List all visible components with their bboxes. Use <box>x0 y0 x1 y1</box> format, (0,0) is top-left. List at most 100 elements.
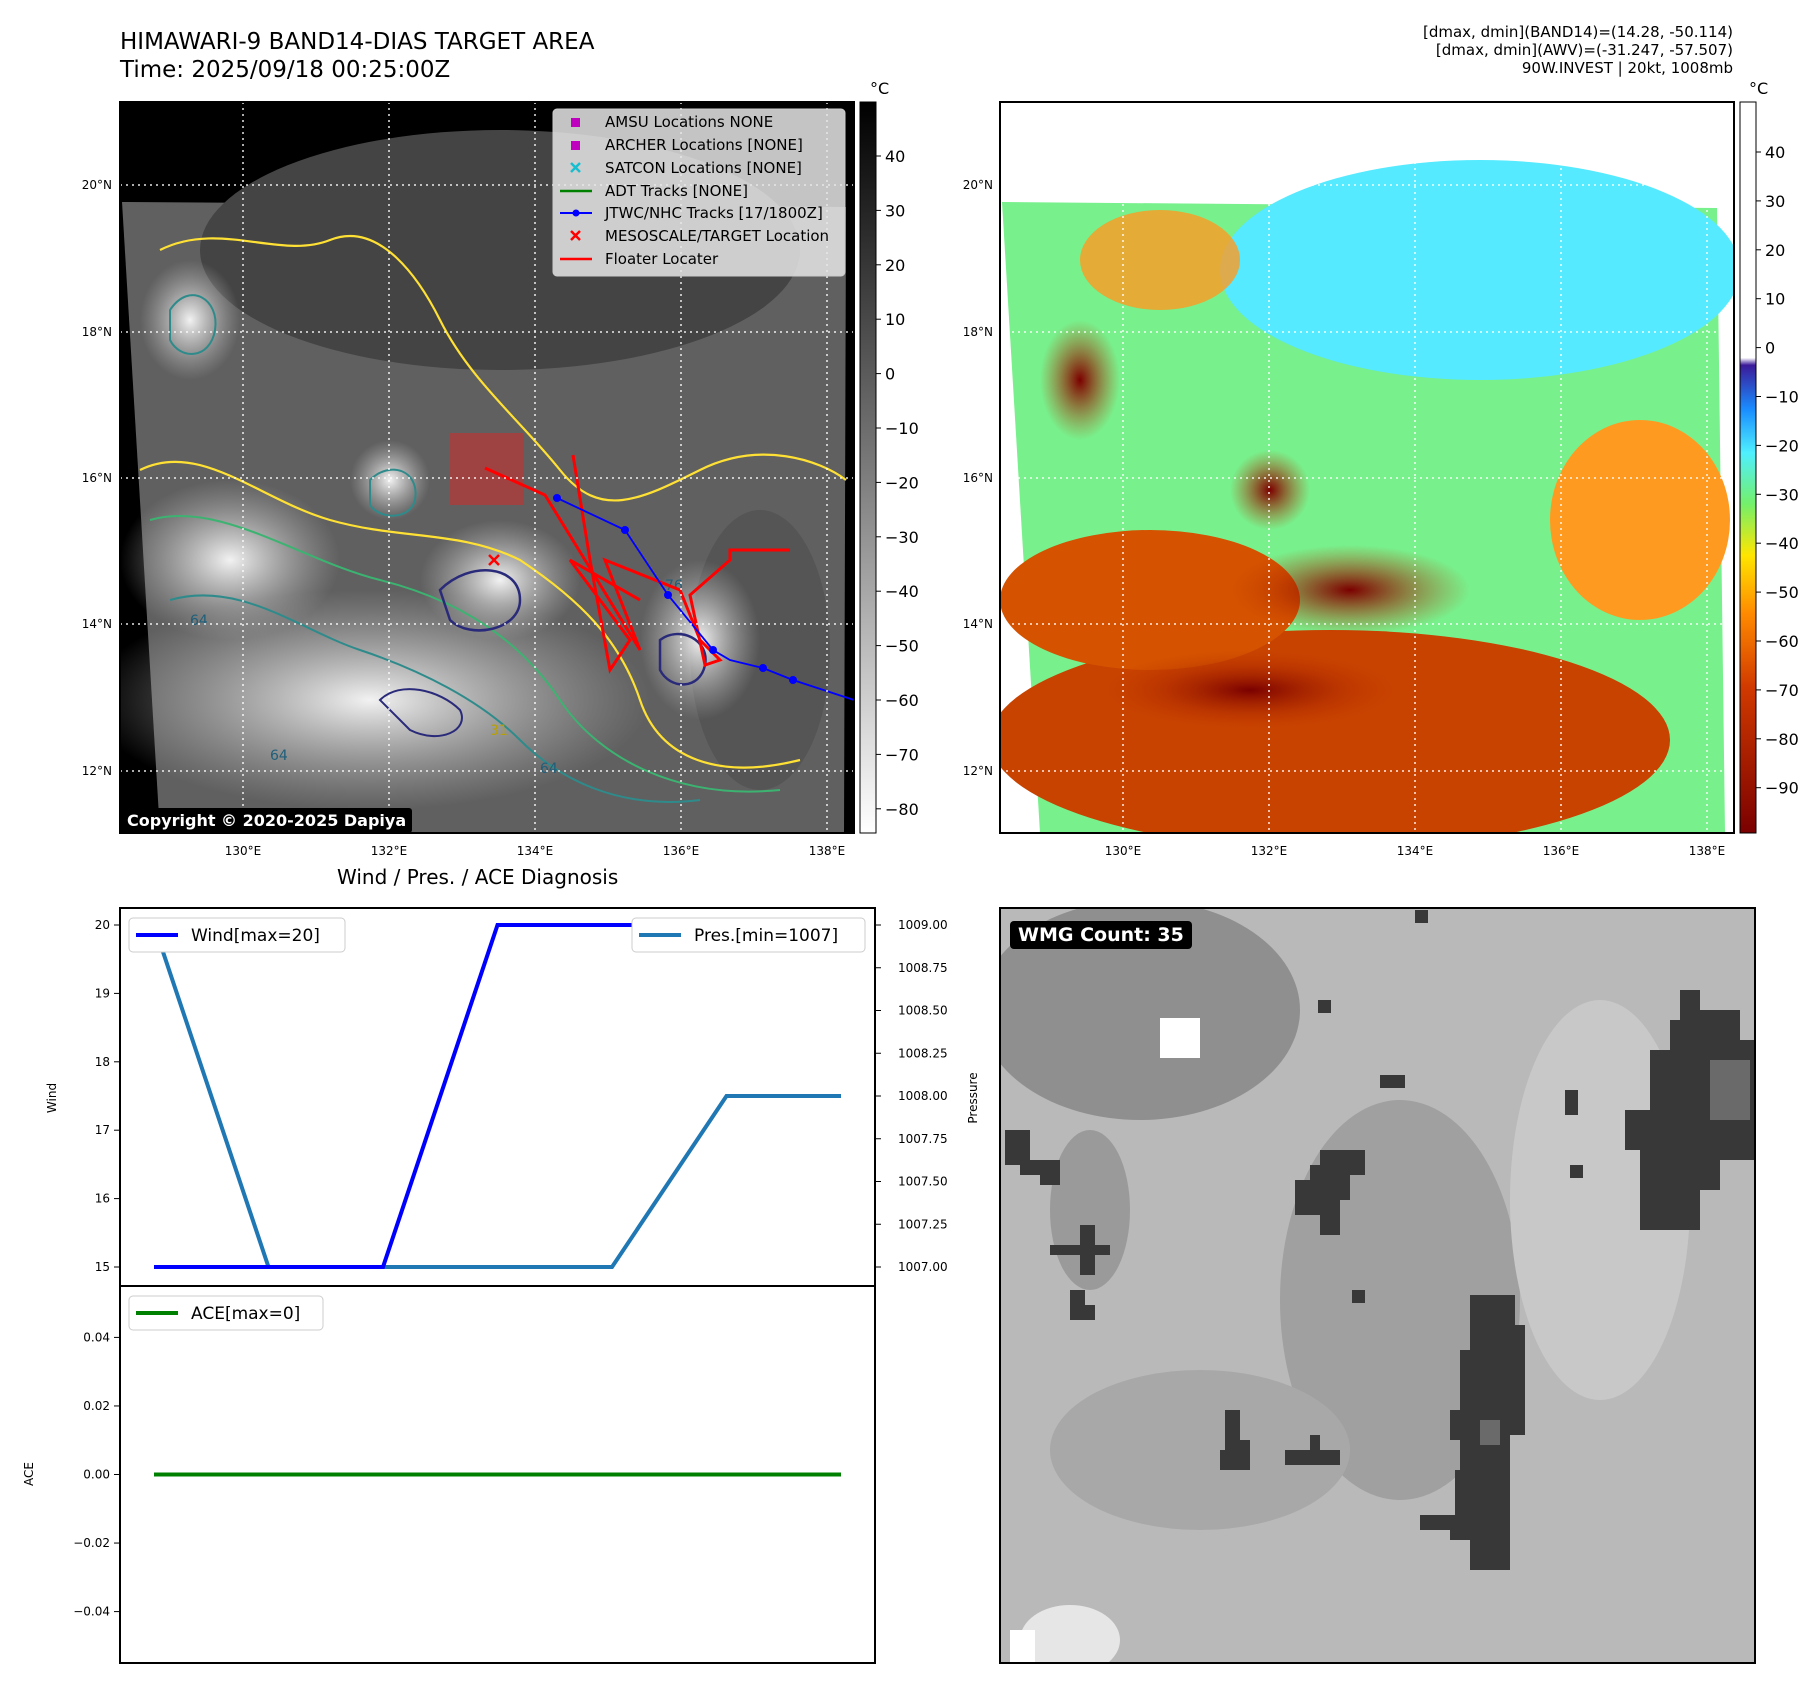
colorbar-tick-label: −40 <box>1765 534 1799 553</box>
diagnosis-panel: 20 19 18 17 16 15 1009.00 1008.75 1008.50 1008.2… <box>22 907 980 1664</box>
lat-tick-label: 18°N <box>82 325 112 339</box>
wind-tick-label: 20 <box>95 918 110 932</box>
pressure-tick-label: 1007.25 <box>898 1217 948 1231</box>
pressure-tick-label: 1008.00 <box>898 1089 948 1103</box>
ir-lon-ticks: 130°E 132°E 134°E 136°E 138°E <box>225 844 846 858</box>
wind-point <box>610 923 614 927</box>
lat-tick-label: 12°N <box>82 764 112 778</box>
lon-tick-label: 136°E <box>1543 844 1580 858</box>
lon-tick-label: 134°E <box>517 844 554 858</box>
wind-point <box>496 923 500 927</box>
colorbar-tick-label: 10 <box>1765 290 1785 309</box>
colorbar-tick-label: 10 <box>885 310 905 329</box>
lat-tick-label: 14°N <box>963 617 993 631</box>
colorbar-tick-label: 0 <box>1765 339 1775 358</box>
colorbar-tick-label: −60 <box>885 691 919 710</box>
ace-point <box>839 1473 843 1477</box>
pressure-tick-label: 1007.75 <box>898 1132 948 1146</box>
pressure-point <box>381 1265 385 1269</box>
ir-lat-ticks: 20°N 18°N 16°N 14°N 12°N <box>82 178 112 778</box>
contour-label: 64 <box>270 748 288 764</box>
colorbar-tick-label: −20 <box>885 473 919 492</box>
lon-tick-label: 132°E <box>371 844 408 858</box>
contour-label: 31 <box>490 723 508 739</box>
lon-tick-label: 138°E <box>1689 844 1726 858</box>
jtwc-track-point <box>759 664 767 672</box>
wind-axis-label: Wind <box>45 1083 59 1113</box>
awv-colorbar-unit: °C <box>1749 79 1768 98</box>
ace-tick-label: 0.02 <box>83 1399 110 1413</box>
colorbar-tick-label: −30 <box>1765 485 1799 504</box>
pressure-point <box>267 1265 271 1269</box>
lon-tick-label: 132°E <box>1251 844 1288 858</box>
legend-label-archer: ARCHER Locations [NONE] <box>605 136 803 154</box>
awv-lat-ticks: 20°N 18°N 16°N 14°N 12°N <box>963 178 993 778</box>
ace-axis-label: ACE <box>22 1462 36 1486</box>
lat-tick-label: 12°N <box>963 764 993 778</box>
pressure-tick-label: 1008.25 <box>898 1046 948 1060</box>
awv-core-mid <box>1230 450 1310 530</box>
lat-tick-label: 16°N <box>963 471 993 485</box>
wind-tick-label: 16 <box>95 1192 110 1206</box>
wind-point <box>152 1265 156 1269</box>
colorbar-tick-label: −30 <box>885 528 919 547</box>
ace-point <box>496 1473 500 1477</box>
pressure-tick-label: 1009.00 <box>898 918 948 932</box>
lat-tick-label: 20°N <box>963 178 993 192</box>
ir-legend: AMSU Locations NONE ARCHER Locations [NO… <box>552 108 846 277</box>
legend-marker-archer <box>571 141 580 150</box>
copyright-badge: Copyright © 2020-2025 Dapiya <box>121 808 413 833</box>
colorbar-tick-label: 40 <box>885 147 905 166</box>
colorbar-tick-label: −40 <box>885 582 919 601</box>
colorbar-tick-label: −50 <box>1765 583 1799 602</box>
contour-label: 64 <box>540 761 558 777</box>
awv-colorbar-scale <box>1739 101 1757 834</box>
awv-moist-region <box>1220 160 1734 380</box>
jtwc-track-point <box>789 676 797 684</box>
ace-point <box>610 1473 614 1477</box>
ir-map-panel: 64 64 64 31 76 AMSU Locations NONE ARCHE… <box>82 101 855 858</box>
lon-tick-label: 130°E <box>1105 844 1142 858</box>
ace-tick-label: −0.02 <box>73 1536 110 1550</box>
awv-colorbar: °C 40 30 20 10 0 −10 −20 −30 −40 −50 −60 −70 −80 −90 <box>1739 79 1799 834</box>
legend-label-floater: Floater Locater <box>605 250 719 268</box>
pressure-axis-label: Pressure <box>966 1072 980 1123</box>
colorbar-tick-label: 20 <box>885 256 905 275</box>
wmg-count-badge: WMG Count: 35 <box>1010 921 1192 949</box>
colorbar-tick-label: −10 <box>1765 388 1799 407</box>
wind-tick-label: 17 <box>95 1123 110 1137</box>
wind-tick-label: 19 <box>95 986 110 1000</box>
ir-cloud-nw <box>140 260 240 380</box>
awv-core-nw <box>1040 320 1120 440</box>
colorbar-tick-label: −50 <box>885 637 919 656</box>
ir-colorbar: °C 40 30 20 10 0 −10 −20 −30 −40 −50 −60 −70 −80 <box>859 79 919 834</box>
colorbar-tick-label: 20 <box>1765 241 1785 260</box>
ace-legend-label: ACE[max=0] <box>191 1304 300 1324</box>
legend-label-target: MESOSCALE/TARGET Location <box>605 227 829 245</box>
colorbar-tick-label: −80 <box>885 800 919 819</box>
jtwc-track-point <box>664 591 672 599</box>
legend-label-amsu: AMSU Locations NONE <box>605 113 773 131</box>
lon-tick-label: 138°E <box>809 844 846 858</box>
colorbar-tick-label: 40 <box>1765 143 1785 162</box>
wmg-bright-cell <box>1160 1018 1200 1058</box>
lat-tick-label: 16°N <box>82 471 112 485</box>
awv-dry-east <box>1550 420 1730 620</box>
colorbar-tick-label: −20 <box>1765 436 1799 455</box>
wind-legend-label: Wind[max=20] <box>191 926 320 946</box>
colorbar-tick-label: 30 <box>1765 192 1785 211</box>
pressure-tick-label: 1007.00 <box>898 1260 948 1274</box>
ace-tick-label: 0.00 <box>83 1468 110 1482</box>
wmg-warm-cell <box>1480 1420 1500 1445</box>
jtwc-track-point <box>553 494 561 502</box>
awv-core-south <box>1100 650 1400 730</box>
ir-colorbar-unit: °C <box>870 79 889 98</box>
wmg-warm-cell <box>1710 1060 1750 1120</box>
lat-tick-label: 18°N <box>963 325 993 339</box>
ir-colorbar-scale <box>859 101 877 834</box>
colorbar-tick-label: 30 <box>885 201 905 220</box>
pressure-legend-label: Pres.[min=1007] <box>694 926 838 946</box>
legend-marker-amsu <box>571 118 580 127</box>
legend-label-satcon: SATCON Locations [NONE] <box>605 159 802 177</box>
lat-tick-label: 14°N <box>82 617 112 631</box>
